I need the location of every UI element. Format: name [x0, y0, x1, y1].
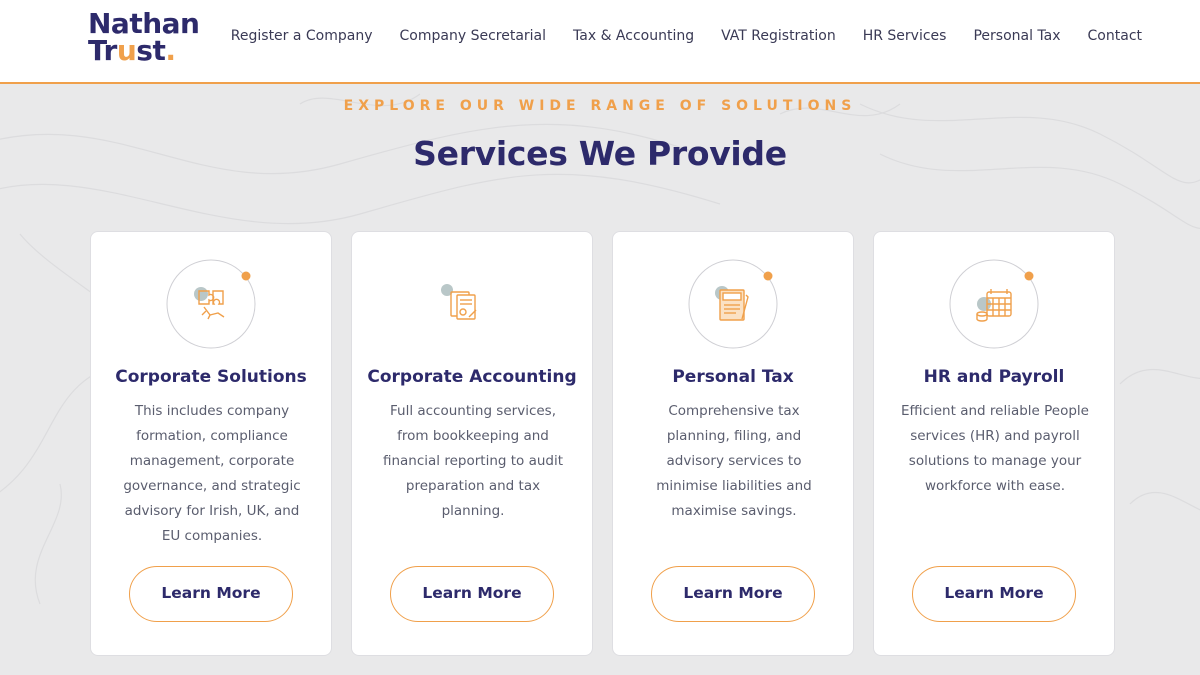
card-description: Efficient and reliable People services (…	[901, 403, 1089, 494]
nav-contact[interactable]: Contact	[1088, 28, 1142, 44]
card-title: Personal Tax	[672, 367, 794, 387]
nav-register-company[interactable]: Register a Company	[231, 28, 373, 44]
card-description: Full accounting services, from bookkeepi…	[382, 403, 564, 519]
site-header: Nathan Trust. Register a Company Company…	[0, 0, 1200, 84]
nav-company-secretarial[interactable]: Company Secretarial	[400, 28, 547, 44]
puzzle-hand-icon	[166, 259, 256, 349]
card-title: Corporate Accounting	[367, 367, 577, 387]
learn-more-button[interactable]: Learn More	[651, 566, 815, 622]
services-grid: Corporate Solutions This includes compan…	[90, 231, 1115, 656]
accounting-document-icon	[441, 284, 477, 320]
service-card-personal-tax: Personal Tax Comprehensive tax planning,…	[612, 231, 854, 656]
main-nav: Register a Company Company Secretarial T…	[231, 28, 1142, 44]
learn-more-button[interactable]: Learn More	[912, 566, 1076, 622]
brand-logo[interactable]: Nathan Trust.	[88, 7, 200, 67]
tax-document-icon	[688, 259, 778, 349]
learn-more-button[interactable]: Learn More	[129, 566, 293, 622]
logo-text-b: u	[116, 34, 137, 67]
nav-hr-services[interactable]: HR Services	[863, 28, 947, 44]
logo-line-2: Trust.	[88, 34, 199, 67]
logo-dot: .	[165, 34, 176, 67]
card-description: Comprehensive tax planning, filing, and …	[656, 403, 812, 519]
logo-text-c: st	[136, 34, 166, 67]
calendar-payroll-icon	[949, 259, 1039, 349]
learn-more-button[interactable]: Learn More	[390, 566, 554, 622]
section-eyebrow: EXPLORE OUR WIDE RANGE OF SOLUTIONS	[343, 98, 857, 114]
nav-tax-accounting[interactable]: Tax & Accounting	[573, 28, 694, 44]
card-title: HR and Payroll	[923, 367, 1065, 387]
card-description: This includes company formation, complia…	[123, 403, 301, 544]
card-title: Corporate Solutions	[115, 367, 307, 387]
logo-text-a: Tr	[88, 34, 117, 67]
service-card-corporate-accounting: Corporate Accounting Full accounting ser…	[351, 231, 593, 656]
section-title: Services We Provide	[413, 134, 787, 173]
service-card-hr-payroll: HR and Payroll Efficient and reliable Pe…	[873, 231, 1115, 656]
nav-personal-tax[interactable]: Personal Tax	[973, 28, 1060, 44]
logo-line-1: Nathan	[88, 7, 200, 40]
nav-vat-registration[interactable]: VAT Registration	[721, 28, 836, 44]
service-card-corporate-solutions: Corporate Solutions This includes compan…	[90, 231, 332, 656]
